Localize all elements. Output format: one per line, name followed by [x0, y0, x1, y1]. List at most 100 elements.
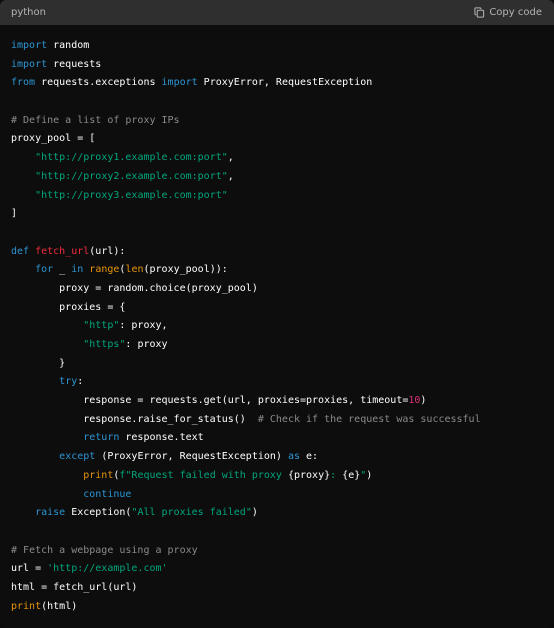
comment-token: # Define a list of proxy IPs [11, 114, 180, 126]
code-text: (ProxyError, RequestException) [95, 451, 288, 463]
code-line: print(html) [11, 598, 554, 617]
code-line: "http": proxy, [11, 317, 554, 336]
code-line: raise Exception("All proxies failed") [11, 504, 554, 523]
code-line: import requests [11, 56, 554, 75]
code-text: url = [11, 563, 48, 575]
code-text: ) [251, 507, 258, 519]
code-text: response.raise_for_status() [11, 413, 258, 425]
builtin-token: range [89, 264, 120, 276]
code-line: } [11, 355, 554, 374]
code-text: e: [300, 451, 319, 463]
function-name-token: fetch_url [35, 245, 90, 257]
clipboard-icon [474, 7, 485, 18]
builtin-token: print [11, 600, 42, 612]
string-token: : [330, 469, 343, 481]
comment-token: # Fetch a webpage using a proxy [11, 544, 198, 556]
copy-code-button[interactable]: Copy code [474, 7, 542, 18]
keyword-token: import [11, 40, 48, 51]
code-text: random [47, 40, 90, 51]
code-block: python Copy code import random import req… [0, 0, 554, 628]
code-text: {e} [342, 469, 361, 481]
keyword-token: raise [35, 507, 66, 519]
keyword-token: continue [83, 488, 132, 500]
code-text: (proxy_pool)): [143, 264, 228, 276]
code-line: response = requests.get(url, proxies=pro… [11, 392, 554, 411]
comment-token: # Check if the request was successful [257, 413, 481, 425]
builtin-token: print [83, 469, 114, 481]
copy-code-label: Copy code [489, 7, 542, 18]
code-line: proxy_pool = [ [11, 130, 554, 149]
code-line: except (ProxyError, RequestException) as… [11, 448, 554, 467]
code-text: , [227, 170, 234, 182]
keyword-token: return [83, 432, 120, 444]
string-token: "https" [83, 339, 126, 350]
code-text: response = requests.get(url, proxies=pro… [11, 395, 409, 407]
code-text: ) [420, 395, 427, 407]
keyword-token: except [59, 451, 96, 463]
keyword-token: for [35, 264, 54, 276]
string-token: 'http://example.com' [47, 563, 168, 575]
language-label: python [11, 7, 46, 18]
code-text: (url): [89, 245, 126, 257]
string-token: "http://proxy1.example.com:port" [35, 152, 228, 164]
keyword-token: in [71, 264, 84, 276]
code-text: (html) [41, 600, 78, 612]
string-token: "http://proxy2.example.com:port" [35, 170, 228, 182]
code-line: "https": proxy [11, 336, 554, 355]
code-line: def fetch_url(url): [11, 243, 554, 262]
code-line: for _ in range(len(proxy_pool)): [11, 261, 554, 280]
string-token: "http://proxy3.example.com:port" [35, 189, 228, 201]
code-text: ] [11, 208, 18, 220]
code-text: , [227, 152, 234, 164]
code-line: try: [11, 373, 554, 392]
code-line: url = 'http://example.com' [11, 560, 554, 579]
code-line: # Define a list of proxy IPs [11, 112, 554, 131]
code-text: {proxy} [287, 469, 331, 481]
string-token: f"Request failed with proxy [119, 469, 288, 481]
code-text: proxies = { [11, 301, 126, 313]
code-line: from requests.exceptions import ProxyErr… [11, 74, 554, 93]
code-line: response.raise_for_status() # Check if t… [11, 411, 554, 430]
keyword-token: as [287, 451, 300, 463]
keyword-token: import [11, 58, 48, 70]
code-text: : proxy [125, 339, 168, 350]
code-line: "http://proxy1.example.com:port", [11, 149, 554, 168]
code-line: "http://proxy2.example.com:port", [11, 168, 554, 187]
code-text: Exception( [65, 507, 132, 519]
builtin-token: len [125, 264, 144, 276]
code-text: : proxy, [119, 320, 168, 332]
code-line: proxies = { [11, 299, 554, 318]
keyword-token: try [59, 376, 78, 388]
code-content[interactable]: import random import requests from request… [0, 25, 554, 616]
keyword-token: def [11, 245, 30, 257]
code-block-header: python Copy code [0, 0, 554, 25]
code-text: } [11, 357, 66, 369]
keyword-token: import [161, 77, 198, 89]
string-token: "All proxies failed" [131, 507, 252, 519]
number-token: 10 [408, 395, 421, 407]
code-line: html = fetch_url(url) [11, 579, 554, 598]
string-token: "http" [83, 320, 120, 332]
code-line: # Fetch a webpage using a proxy [11, 542, 554, 561]
code-line: print(f"Request failed with proxy {proxy… [11, 467, 554, 486]
keyword-token: from [11, 77, 36, 89]
code-line: "http://proxy3.example.com:port" [11, 187, 554, 206]
code-line: return response.text [11, 429, 554, 448]
code-line: import random [11, 37, 554, 56]
code-text: requests [47, 58, 102, 70]
code-text: html = fetch_url(url) [11, 581, 138, 593]
code-line: proxy = random.choice(proxy_pool) [11, 280, 554, 299]
code-text: _ [53, 264, 72, 276]
